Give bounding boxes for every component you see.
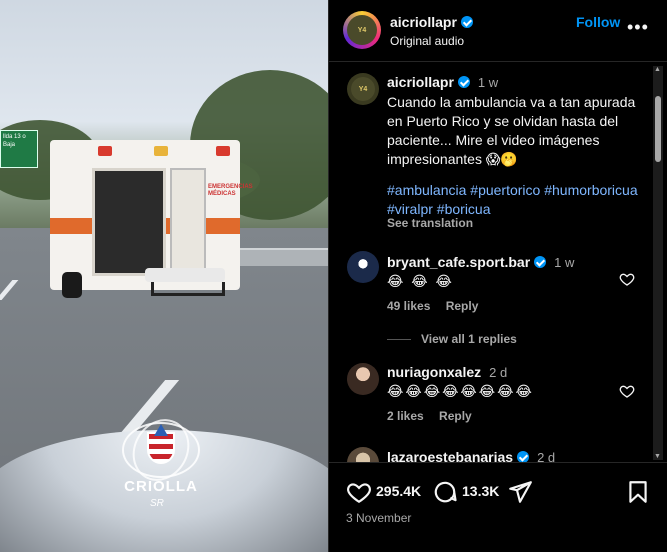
scroll-up-arrow-icon[interactable]: ▲	[654, 66, 661, 73]
stretcher-frame	[151, 282, 225, 296]
ambulance-side-door	[170, 168, 206, 272]
verified-badge-icon	[457, 76, 470, 88]
hashtag-list: #ambulancia #puertorico #humorboricua #v…	[387, 181, 652, 219]
comment-bubble-icon[interactable]	[432, 479, 458, 505]
commenter-avatar[interactable]	[347, 251, 379, 283]
criolla-watermark-logo: CRIOLLA SR	[116, 408, 206, 514]
like-count[interactable]: 295.4K	[376, 483, 421, 499]
commenter-avatar[interactable]	[347, 363, 379, 395]
caption-header: aicriollapr 1 w	[387, 74, 498, 92]
comment-header: lazaroestebanarias 2 d	[387, 449, 555, 462]
reply-button[interactable]: Reply	[446, 299, 479, 313]
stretcher	[145, 268, 235, 308]
hashtag-link[interactable]: #ambulancia	[387, 182, 466, 198]
comment-text: 😂😂😂😂😂😂😂😂	[387, 383, 534, 399]
comment-time: 1 w	[554, 255, 575, 270]
comment-count[interactable]: 13.3K	[462, 483, 499, 499]
highway-sign: llda 13 o Baja	[0, 130, 38, 168]
watermark-text: CRIOLLA	[124, 478, 198, 495]
comment-likes[interactable]: 49 likes	[387, 299, 430, 313]
audio-link[interactable]: Original audio	[390, 34, 464, 48]
comment-time: 2 d	[489, 365, 508, 380]
caption-time: 1 w	[477, 75, 499, 90]
comment-header: bryant_cafe.sport.bar 1 w	[387, 254, 574, 272]
ambulance-light	[154, 146, 168, 156]
comment-username[interactable]: nuriagonxalez	[387, 364, 481, 380]
like-heart-icon[interactable]	[346, 479, 372, 505]
comment-text: 😂 😂 😂	[387, 273, 454, 289]
ambulance-text: EMERGENCIAS MÉDICAS	[208, 184, 253, 197]
verified-badge-icon	[517, 451, 530, 462]
ambulance-light	[98, 146, 112, 156]
author-avatar[interactable]: Y4	[343, 11, 381, 49]
like-comment-heart-icon[interactable]	[619, 271, 635, 287]
share-paper-plane-icon[interactable]	[507, 479, 533, 505]
comment-actions: 49 likes Reply	[387, 299, 478, 313]
caption-text: Cuando la ambulancia va a tan apurada en…	[387, 94, 636, 167]
comment-header: nuriagonxalez 2 d	[387, 364, 507, 382]
commenter-avatar[interactable]	[347, 447, 379, 462]
puerto-rico-flag-shield	[147, 424, 175, 464]
follow-button[interactable]: Follow	[576, 14, 620, 30]
hashtag-link[interactable]: #boricua	[437, 201, 491, 217]
comments-scrollbar[interactable]: ▲ ▼	[653, 66, 663, 460]
caption-username[interactable]: aicriollapr	[387, 74, 454, 90]
view-replies-link[interactable]: View all 1 replies	[387, 332, 517, 346]
reply-button[interactable]: Reply	[439, 409, 472, 423]
like-comment-heart-icon[interactable]	[619, 383, 635, 399]
hashtag-link[interactable]: #humorboricua	[544, 182, 637, 198]
hashtag-link[interactable]: #puertorico	[470, 182, 540, 198]
comment-username[interactable]: bryant_cafe.sport.bar	[387, 254, 530, 270]
verified-badge-icon	[534, 256, 547, 268]
comments-panel[interactable]: Y4 aicriollapr 1 w Cuando la ambulancia v…	[329, 63, 667, 462]
wheel	[62, 272, 82, 298]
ambulance-light	[216, 146, 230, 156]
comment-likes[interactable]: 2 likes	[387, 409, 424, 423]
ambulance: EMERGENCIAS MÉDICAS	[50, 140, 253, 300]
comment-actions: 2 likes Reply	[387, 409, 472, 423]
post-actions-footer: 295.4K 13.3K 3 November	[329, 462, 667, 552]
ambulance-open-door	[92, 168, 166, 276]
scrollbar-thumb[interactable]	[655, 96, 661, 162]
hashtag-link[interactable]: #viralpr	[387, 201, 433, 217]
scroll-down-arrow-icon[interactable]: ▼	[654, 453, 661, 460]
author-username[interactable]: aicriollapr	[390, 14, 473, 30]
video-player[interactable]: llda 13 o Baja EMERGENCIAS MÉDICAS CRIOL…	[0, 0, 328, 552]
save-bookmark-icon[interactable]	[625, 479, 651, 505]
stretcher-bed	[145, 268, 225, 282]
comment-username[interactable]: lazaroestebanarias	[387, 449, 513, 462]
caption-author-avatar[interactable]: Y4	[347, 73, 379, 105]
verified-badge-icon	[460, 16, 473, 28]
comment-time: 2 d	[537, 450, 556, 462]
post-header: Y4 aicriollapr Original audio Follow •••	[329, 0, 667, 62]
watermark-signature: SR	[150, 498, 164, 509]
post-date: 3 November	[346, 511, 412, 525]
see-translation-link[interactable]: See translation	[387, 216, 473, 230]
more-options-icon[interactable]: •••	[627, 18, 649, 36]
